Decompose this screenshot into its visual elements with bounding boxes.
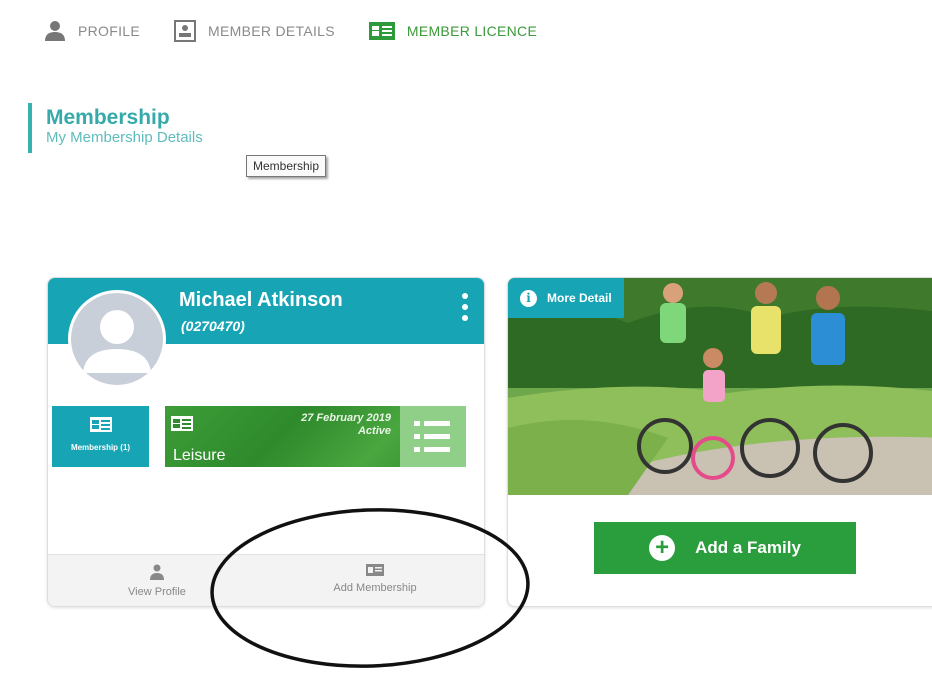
plus-icon: + xyxy=(649,535,676,561)
member-name: Michael Atkinson xyxy=(179,289,343,311)
person-icon xyxy=(44,20,66,42)
avatar xyxy=(68,290,166,388)
add-family-button[interactable]: + Add a Family xyxy=(594,522,856,574)
id-card-icon xyxy=(368,22,395,40)
more-options-icon[interactable] xyxy=(460,293,470,333)
licence-tile[interactable]: 27 February 2019 Active Leisure xyxy=(165,406,466,467)
more-detail-button[interactable]: i More Detail xyxy=(508,278,624,318)
member-card-footer: View Profile Add Membership xyxy=(48,554,484,606)
id-card-icon xyxy=(52,417,149,437)
section-heading: Membership My Membership Details xyxy=(28,103,203,153)
nav-profile-label: PROFILE xyxy=(78,23,141,39)
family-card: i More Detail + Add a Family xyxy=(507,277,932,607)
person-icon xyxy=(48,564,266,580)
page-title: Membership xyxy=(46,106,170,129)
id-card-icon xyxy=(266,564,484,576)
top-nav: PROFILE MEMBER DETAILS MEMBER LICENCE xyxy=(44,16,571,46)
list-icon[interactable] xyxy=(400,406,466,467)
page-subtitle: My Membership Details xyxy=(46,129,203,146)
licence-type: Leisure xyxy=(173,447,226,464)
add-family-label: Add a Family xyxy=(695,538,801,557)
more-detail-label: More Detail xyxy=(547,291,612,305)
licence-date: 27 February 2019 xyxy=(301,412,391,424)
nav-member-licence[interactable]: MEMBER LICENCE xyxy=(368,22,538,40)
view-profile-button[interactable]: View Profile xyxy=(48,555,266,606)
nav-profile[interactable]: PROFILE xyxy=(44,20,140,42)
tooltip: Membership xyxy=(246,155,327,177)
membership-button-label: Membership (1) xyxy=(70,443,131,452)
nav-member-licence-label: MEMBER LICENCE xyxy=(406,23,538,39)
add-membership-button[interactable]: Add Membership xyxy=(266,555,484,606)
nav-member-details[interactable]: MEMBER DETAILS xyxy=(174,20,335,42)
info-icon: i xyxy=(520,289,537,307)
view-profile-label: View Profile xyxy=(128,586,186,598)
licence-status: Active xyxy=(357,425,391,437)
id-badge-icon xyxy=(174,20,197,42)
member-id: (0270470) xyxy=(181,318,245,334)
member-card: Michael Atkinson (0270470) Membership (1… xyxy=(47,277,485,607)
id-card-icon xyxy=(171,416,193,436)
add-membership-label: Add Membership xyxy=(333,582,417,594)
nav-member-details-label: MEMBER DETAILS xyxy=(208,23,335,39)
membership-button[interactable]: Membership (1) xyxy=(52,406,149,467)
